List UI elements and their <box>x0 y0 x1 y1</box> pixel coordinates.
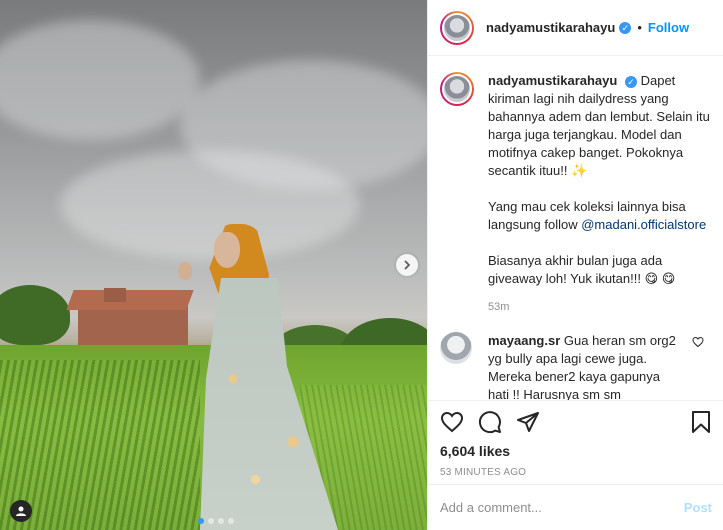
comment-avatar[interactable] <box>440 332 472 364</box>
caption-paragraph: Biasanya akhir bulan juga ada giveaway l… <box>488 252 710 288</box>
comment-composer: Post <box>428 484 723 530</box>
carousel-dot <box>218 518 224 524</box>
post-side-panel: nadyamustikarahayu ✓ • Follow nadyamusti… <box>427 0 723 530</box>
caption-time[interactable]: 53m <box>488 298 710 316</box>
carousel-dot <box>198 518 204 524</box>
caption: nadyamustikarahayu ✓ Dapet kiriman lagi … <box>440 72 711 316</box>
caption-username[interactable]: nadyamustikarahayu <box>488 73 617 88</box>
avatar[interactable] <box>440 10 474 45</box>
post-timestamp[interactable]: 53 MINUTES AGO <box>428 467 723 478</box>
send-icon <box>517 412 539 432</box>
carousel-dot <box>228 518 234 524</box>
house-chimney <box>104 288 126 302</box>
bookmark-icon <box>692 411 710 433</box>
action-bar <box>428 401 723 443</box>
comment-button[interactable] <box>478 410 502 434</box>
comment-input[interactable] <box>440 500 684 515</box>
caption-text: Biasanya akhir bulan juga ada giveaway l… <box>488 253 676 286</box>
comment-username[interactable]: mayaang.sr <box>488 333 560 348</box>
comment-body: mayaang.sr Gua heran sm org2 yg bully ap… <box>488 332 684 400</box>
person-hand <box>178 262 192 280</box>
heart-icon <box>440 411 464 433</box>
separator: • <box>637 20 642 35</box>
tagged-user-button[interactable] <box>10 500 32 522</box>
post-comment-button[interactable]: Post <box>684 500 712 515</box>
comments-list[interactable]: nadyamustikarahayu ✓ Dapet kiriman lagi … <box>428 56 723 401</box>
sky-cloud <box>60 150 360 260</box>
comment-item: mayaang.sr Gua heran sm org2 yg bully ap… <box>440 332 711 400</box>
mention-link[interactable]: @madani.officialstore <box>581 217 706 232</box>
comment-icon <box>478 411 501 434</box>
person-face <box>214 232 240 268</box>
follow-button[interactable]: Follow <box>648 20 689 35</box>
caption-avatar[interactable] <box>440 72 474 106</box>
verified-badge-icon: ✓ <box>619 21 632 34</box>
verified-badge-icon: ✓ <box>624 75 637 88</box>
tree <box>0 285 70 345</box>
header-username[interactable]: nadyamustikarahayu <box>486 20 615 35</box>
carousel-next-button[interactable] <box>396 254 418 276</box>
avatar-image <box>442 74 472 104</box>
chevron-right-icon <box>404 260 411 270</box>
carousel-dots <box>198 518 234 524</box>
user-icon <box>16 506 26 516</box>
like-button[interactable] <box>440 410 464 434</box>
like-comment-heart-icon[interactable] <box>692 336 704 348</box>
caption-paragraph: nadyamustikarahayu ✓ Dapet kiriman lagi … <box>488 72 710 180</box>
house-roof <box>66 290 194 310</box>
caption-text: Dapet kiriman lagi nih dailydress yang b… <box>488 73 710 178</box>
likes-count[interactable]: 6,604 likes <box>428 443 723 459</box>
avatar-image <box>442 12 472 43</box>
sky-cloud <box>0 20 200 140</box>
save-button[interactable] <box>691 410 711 434</box>
post-photo[interactable] <box>0 0 427 530</box>
caption-body: nadyamustikarahayu ✓ Dapet kiriman lagi … <box>488 72 710 316</box>
share-button[interactable] <box>516 410 540 434</box>
post-header: nadyamustikarahayu ✓ • Follow <box>428 0 723 56</box>
carousel-dot <box>208 518 214 524</box>
caption-paragraph: Yang mau cek koleksi lainnya bisa langsu… <box>488 198 710 234</box>
